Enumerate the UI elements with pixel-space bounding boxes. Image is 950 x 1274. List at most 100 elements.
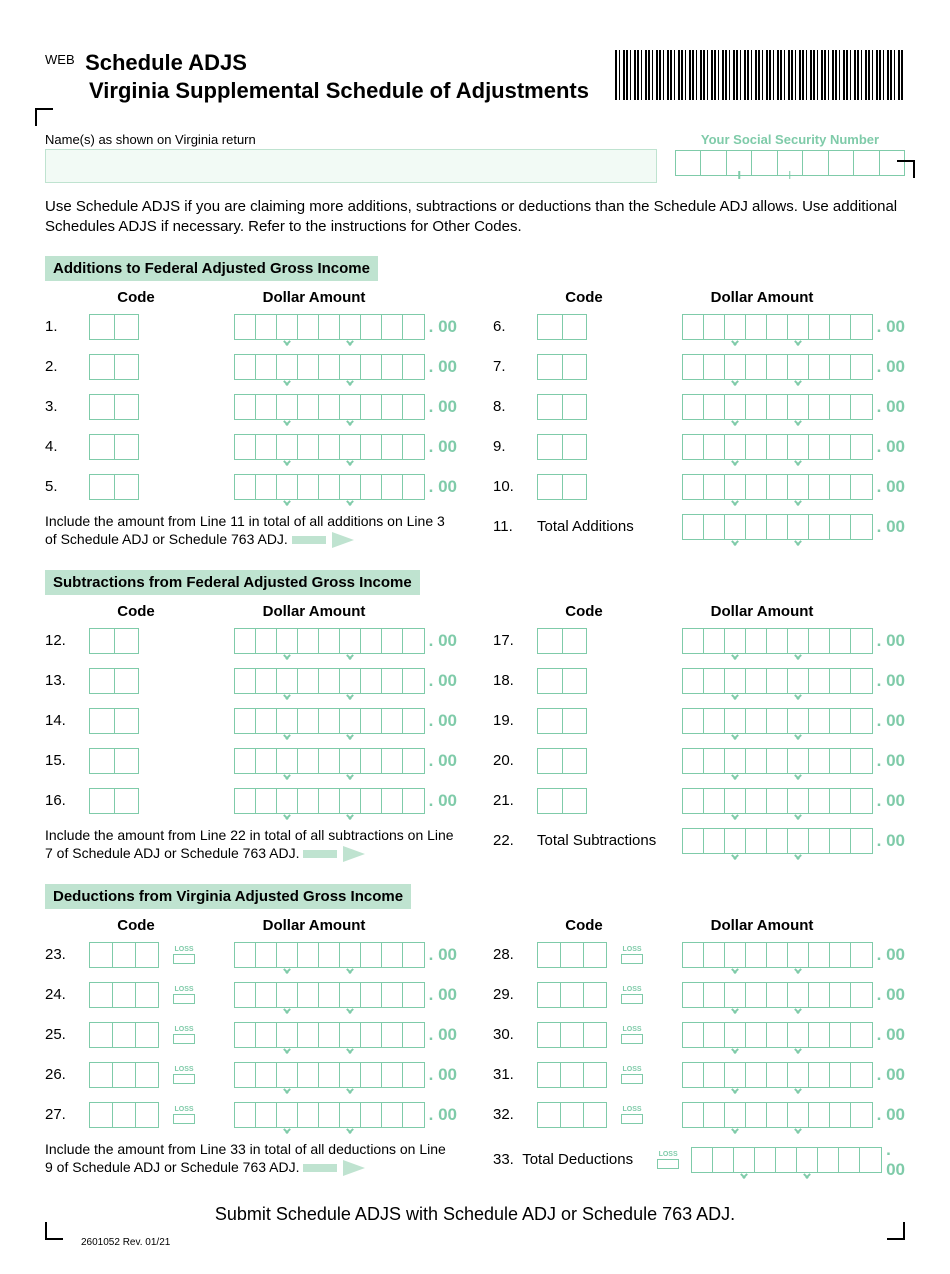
amount-input[interactable] xyxy=(234,474,425,500)
loss-checkbox[interactable] xyxy=(621,1114,643,1124)
code-input[interactable] xyxy=(537,1022,607,1048)
code-input[interactable] xyxy=(537,434,587,460)
amount-input[interactable] xyxy=(234,788,425,814)
amount-input[interactable] xyxy=(682,354,873,380)
line-number: 19. xyxy=(493,712,537,729)
loss-checkbox[interactable] xyxy=(657,1159,679,1169)
form-line: 5. . 00 xyxy=(45,472,457,502)
amount-input[interactable] xyxy=(234,668,425,694)
code-input[interactable] xyxy=(537,314,587,340)
amount-input[interactable] xyxy=(682,1102,873,1128)
amount-header: Dollar Amount xyxy=(171,289,457,306)
amount-input[interactable] xyxy=(682,514,873,540)
form-line: 24. LOSS. 00 xyxy=(45,980,457,1010)
line-number: 14. xyxy=(45,712,89,729)
amount-input[interactable] xyxy=(682,1062,873,1088)
code-input[interactable] xyxy=(89,394,139,420)
loss-checkbox[interactable] xyxy=(173,1114,195,1124)
amount-input[interactable] xyxy=(682,942,873,968)
loss-checkbox[interactable] xyxy=(173,1034,195,1044)
amount-input[interactable] xyxy=(682,434,873,460)
loss-checkbox[interactable] xyxy=(173,1074,195,1084)
form-title: Schedule ADJS xyxy=(85,50,247,76)
code-input[interactable] xyxy=(89,748,139,774)
line-number: 22. xyxy=(493,832,537,849)
amount-input[interactable] xyxy=(234,434,425,460)
amount-input[interactable] xyxy=(682,708,873,734)
line-number: 29. xyxy=(493,986,537,1003)
code-input[interactable] xyxy=(537,668,587,694)
code-input[interactable] xyxy=(89,628,139,654)
name-input[interactable] xyxy=(45,149,657,183)
amount-input[interactable] xyxy=(682,314,873,340)
amount-input[interactable] xyxy=(234,354,425,380)
amount-input[interactable] xyxy=(234,628,425,654)
code-input[interactable] xyxy=(89,434,139,460)
form-line: 4. . 00 xyxy=(45,432,457,462)
amount-input[interactable] xyxy=(682,828,873,854)
code-input[interactable] xyxy=(89,314,139,340)
code-input[interactable] xyxy=(537,942,607,968)
code-input[interactable] xyxy=(89,788,139,814)
code-input[interactable] xyxy=(537,628,587,654)
loss-checkbox[interactable] xyxy=(621,954,643,964)
loss-checkbox[interactable] xyxy=(621,1074,643,1084)
code-input[interactable] xyxy=(537,474,587,500)
loss-indicator: LOSS xyxy=(173,946,195,964)
amount-input[interactable] xyxy=(234,942,425,968)
loss-checkbox[interactable] xyxy=(621,1034,643,1044)
code-input[interactable] xyxy=(89,708,139,734)
amount-input[interactable] xyxy=(682,628,873,654)
code-input[interactable] xyxy=(89,474,139,500)
amount-input[interactable] xyxy=(682,474,873,500)
code-input[interactable] xyxy=(89,1022,159,1048)
code-input[interactable] xyxy=(537,708,587,734)
code-header: Code xyxy=(549,289,619,306)
line-number: 27. xyxy=(45,1106,89,1123)
code-input[interactable] xyxy=(89,1062,159,1088)
code-input[interactable] xyxy=(537,394,587,420)
header: WEB Schedule ADJS Virginia Supplemental … xyxy=(45,50,905,104)
code-header: Code xyxy=(101,289,171,306)
amount-input[interactable] xyxy=(691,1147,882,1173)
amount-input[interactable] xyxy=(234,708,425,734)
code-input[interactable] xyxy=(537,788,587,814)
cents-label: . 00 xyxy=(886,1140,905,1180)
code-input[interactable] xyxy=(89,942,159,968)
code-input[interactable] xyxy=(89,1102,159,1128)
amount-input[interactable] xyxy=(682,788,873,814)
line-number: 21. xyxy=(493,792,537,809)
code-input[interactable] xyxy=(537,748,587,774)
amount-input[interactable] xyxy=(234,394,425,420)
code-input[interactable] xyxy=(537,1102,607,1128)
amount-input[interactable] xyxy=(682,748,873,774)
loss-checkbox[interactable] xyxy=(621,994,643,1004)
code-input[interactable] xyxy=(537,1062,607,1088)
ssn-input[interactable] xyxy=(675,150,905,176)
line-number: 15. xyxy=(45,752,89,769)
amount-input[interactable] xyxy=(234,314,425,340)
intro-text: Use Schedule ADJS if you are claiming mo… xyxy=(45,197,905,238)
amount-input[interactable] xyxy=(682,1022,873,1048)
amount-input[interactable] xyxy=(682,982,873,1008)
submit-instruction: Submit Schedule ADJS with Schedule ADJ o… xyxy=(45,1204,905,1225)
amount-input[interactable] xyxy=(682,394,873,420)
section-note: Include the amount from Line 22 in total… xyxy=(45,826,457,862)
amount-input[interactable] xyxy=(234,982,425,1008)
code-input[interactable] xyxy=(89,668,139,694)
cents-label: . 00 xyxy=(877,477,905,497)
amount-input[interactable] xyxy=(234,1022,425,1048)
crop-mark-tl xyxy=(35,108,53,126)
amount-input[interactable] xyxy=(234,1102,425,1128)
code-input[interactable] xyxy=(89,354,139,380)
amount-input[interactable] xyxy=(234,1062,425,1088)
line-number: 18. xyxy=(493,672,537,689)
code-input[interactable] xyxy=(89,982,159,1008)
code-input[interactable] xyxy=(537,982,607,1008)
loss-checkbox[interactable] xyxy=(173,954,195,964)
amount-input[interactable] xyxy=(682,668,873,694)
code-input[interactable] xyxy=(537,354,587,380)
form-line: 1. . 00 xyxy=(45,312,457,342)
amount-input[interactable] xyxy=(234,748,425,774)
loss-checkbox[interactable] xyxy=(173,994,195,1004)
